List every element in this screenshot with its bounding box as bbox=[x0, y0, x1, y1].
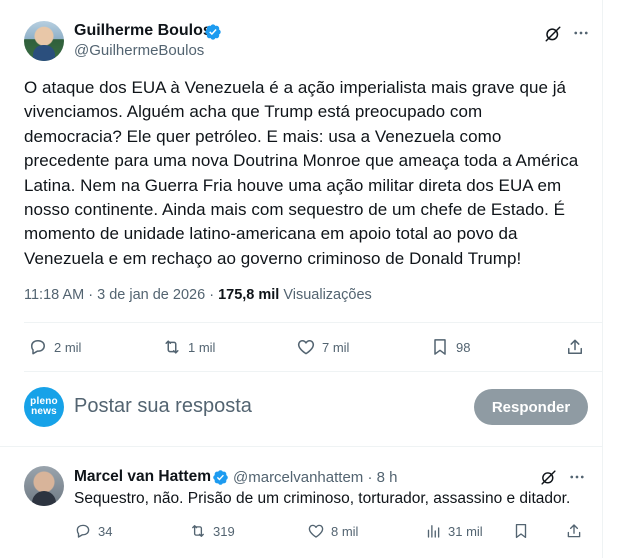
grok-icon[interactable] bbox=[540, 469, 557, 486]
reply-action[interactable]: 2 mil bbox=[28, 337, 81, 357]
post-date[interactable]: 3 de jan de 2026 bbox=[97, 287, 205, 303]
timeline-frame: Guilherme Boulos @GuilhermeBoulos O ataq… bbox=[0, 0, 603, 558]
repost-action[interactable]: 1 mil bbox=[162, 337, 215, 357]
share-icon bbox=[568, 339, 582, 354]
analytics-icon bbox=[427, 525, 440, 538]
comment-reply-action[interactable]: 34 bbox=[74, 522, 112, 540]
comment-text: Sequestro, não. Prisão de um criminoso, … bbox=[74, 490, 571, 507]
author-name[interactable]: Guilherme Boulos bbox=[74, 22, 212, 40]
comment-author-name[interactable]: Marcel van Hattem bbox=[74, 468, 211, 486]
bookmark-count: 98 bbox=[456, 339, 471, 355]
comment-bookmark-action[interactable] bbox=[512, 522, 536, 540]
verified-badge-icon bbox=[205, 24, 221, 40]
divider bbox=[24, 322, 603, 323]
divider bbox=[0, 446, 603, 447]
avatar-text-bottom: news bbox=[31, 406, 57, 417]
repost-icon bbox=[192, 525, 204, 537]
views-count[interactable]: 175,8 mil bbox=[218, 287, 279, 303]
author-handle[interactable]: @GuilhermeBoulos bbox=[74, 42, 204, 59]
meta-separator: · bbox=[209, 287, 215, 303]
like-count: 7 mil bbox=[322, 339, 350, 355]
views-label[interactable]: Visualizações bbox=[283, 287, 371, 303]
current-user-avatar[interactable]: pleno news bbox=[24, 387, 64, 427]
reply-icon bbox=[76, 524, 90, 538]
grok-icon[interactable] bbox=[544, 25, 562, 43]
heart-icon bbox=[308, 524, 324, 538]
comment-repost-action[interactable]: 319 bbox=[189, 522, 235, 540]
post-time[interactable]: 11:18 AM bbox=[24, 287, 84, 303]
meta-separator: · bbox=[88, 287, 94, 303]
avatar-figure bbox=[32, 491, 56, 506]
author-avatar[interactable] bbox=[24, 21, 64, 61]
avatar-figure bbox=[33, 45, 55, 61]
post-metadata: 11:18 AM · 3 de jan de 2026 · 175,8 mil … bbox=[24, 287, 372, 303]
verified-badge-icon bbox=[213, 470, 228, 485]
reply-button[interactable]: Responder bbox=[474, 389, 588, 425]
more-options-icon[interactable] bbox=[568, 468, 586, 486]
heart-icon bbox=[297, 340, 315, 355]
bookmark-icon bbox=[434, 339, 446, 355]
comment-like-action[interactable]: 8 mil bbox=[307, 522, 358, 540]
comment-repost-count: 319 bbox=[213, 523, 235, 539]
comment-views-count: 31 mil bbox=[448, 523, 483, 539]
repost-icon bbox=[165, 340, 179, 354]
comment-author-avatar[interactable] bbox=[24, 466, 64, 506]
reply-icon bbox=[31, 340, 45, 355]
comment-author-handle[interactable]: @marcelvanhattem · 8 h bbox=[233, 469, 397, 486]
reply-count: 2 mil bbox=[54, 339, 82, 355]
comment-reply-count: 34 bbox=[98, 523, 113, 539]
share-action[interactable] bbox=[565, 337, 591, 357]
comment-share-action[interactable] bbox=[565, 522, 589, 540]
share-icon bbox=[567, 524, 581, 538]
like-action[interactable]: 7 mil bbox=[296, 337, 349, 357]
bookmark-icon bbox=[515, 523, 527, 539]
more-options-icon[interactable] bbox=[572, 24, 590, 42]
reply-input[interactable]: Postar sua resposta bbox=[74, 395, 252, 418]
post-text: O ataque dos EUA à Venezuela é a ação im… bbox=[24, 78, 579, 268]
comment-like-count: 8 mil bbox=[331, 523, 359, 539]
bookmark-action[interactable]: 98 bbox=[430, 337, 470, 357]
divider bbox=[24, 371, 603, 372]
comment-views-action[interactable]: 31 mil bbox=[424, 522, 483, 540]
repost-count: 1 mil bbox=[188, 339, 216, 355]
